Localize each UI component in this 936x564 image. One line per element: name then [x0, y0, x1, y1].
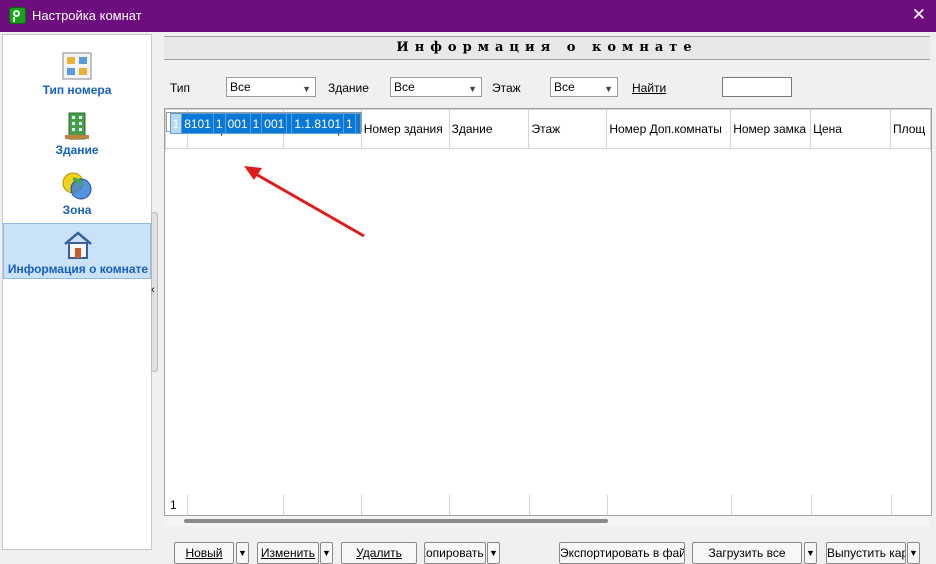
load-all-dropdown-button[interactable]: ▼	[804, 542, 817, 564]
table-cell[interactable]: 001	[261, 113, 288, 134]
new-button[interactable]: Новый	[174, 542, 234, 564]
page-title: Информация о комнате	[164, 36, 930, 60]
column-header[interactable]: Площ	[889, 109, 931, 149]
delete-button[interactable]: Удалить	[341, 542, 417, 564]
row-indicator[interactable]: 1	[169, 113, 183, 134]
room-table: Номер комнаты Тип номера Номер здания Зд…	[164, 108, 932, 496]
edit-button[interactable]: Изменить	[257, 542, 319, 564]
chevron-down-icon: ▼	[489, 548, 498, 558]
building-icon	[65, 112, 89, 140]
sidebar-item-zone[interactable]: Зона	[3, 165, 151, 221]
delete-button-label: Удалить	[356, 546, 402, 560]
room-type-icon	[62, 52, 92, 80]
type-filter-value: Все	[230, 80, 251, 94]
floor-filter-label: Этаж	[492, 81, 521, 95]
type-filter-select[interactable]: Все ▼	[226, 77, 316, 97]
table-footer: 1	[164, 495, 932, 516]
new-dropdown-button[interactable]: ▼	[236, 542, 249, 564]
column-header-label: Номер замка	[733, 122, 807, 136]
main-panel: Информация о комнате Тип Все ▼ Здание Вс…	[160, 34, 936, 550]
house-icon	[64, 231, 92, 259]
column-header[interactable]: Этаж	[528, 109, 608, 149]
load-all-button[interactable]: Загрузить все	[692, 542, 802, 564]
load-all-button-label: Загрузить все	[708, 546, 786, 560]
chevron-down-icon: ▼	[468, 84, 477, 94]
find-label: Найти	[632, 81, 667, 95]
floor-filter-value: Все	[554, 80, 575, 94]
window-title: Настройка комнат	[32, 8, 142, 23]
chevron-down-icon: ▼	[322, 548, 331, 558]
issue-card-button[interactable]: Выпустить карту	[826, 542, 906, 564]
scrollbar-thumb[interactable]	[184, 519, 608, 523]
sidebar-item-room-type[interactable]: Тип номера	[3, 45, 151, 101]
app-icon	[9, 7, 26, 24]
table-cell[interactable]: 1	[343, 113, 356, 134]
column-header[interactable]: Здание	[448, 109, 530, 149]
sidebar-item-label: Зона	[62, 203, 92, 217]
copy-button-label: Копировать	[424, 546, 484, 560]
issue-card-button-label: Выпустить карту	[827, 546, 905, 560]
table-row[interactable]: 1 8101 1 001 1 001 1.1.8101 1	[165, 112, 362, 134]
copy-button[interactable]: Копировать	[424, 542, 486, 564]
table-cell[interactable]	[354, 113, 361, 134]
table-cell[interactable]: 8101	[181, 113, 214, 134]
export-button-label: Экспортировать в файл	[560, 546, 685, 560]
column-header[interactable]: Цена	[810, 109, 891, 149]
chevron-down-icon: ▼	[909, 548, 918, 558]
sidebar-item-label: Тип номера	[42, 83, 112, 97]
table-cell[interactable]: 1	[212, 113, 226, 134]
edit-dropdown-button[interactable]: ▼	[320, 542, 333, 564]
column-header-sorted[interactable]: Номер замка ⁄	[730, 109, 812, 149]
building-filter-select[interactable]: Все ▼	[390, 77, 482, 97]
column-header[interactable]: Номер Доп.комнаты	[606, 109, 732, 149]
copy-dropdown-button[interactable]: ▼	[487, 542, 500, 564]
sidebar-item-building[interactable]: Здание	[3, 105, 151, 161]
sidebar: Тип номера Здание Зона Информация о комн…	[2, 34, 152, 550]
new-button-label: Новый	[185, 546, 223, 560]
edit-button-label: Изменить	[260, 546, 316, 560]
filter-bar: Тип Все ▼ Здание Все ▼ Этаж Все ▼ Найти	[160, 74, 936, 100]
title-bar: Настройка комнат ✕	[0, 0, 936, 32]
issue-card-dropdown-button[interactable]: ▼	[907, 542, 920, 564]
floor-filter-select[interactable]: Все ▼	[550, 77, 618, 97]
sidebar-item-label: Здание	[55, 143, 99, 157]
chevron-down-icon: ▼	[806, 548, 815, 558]
export-to-file-button[interactable]: Экспортировать в файл	[559, 542, 685, 564]
chevron-down-icon: ▼	[238, 548, 247, 558]
type-filter-label: Тип	[170, 81, 191, 95]
find-input[interactable]	[722, 77, 792, 97]
chevron-down-icon: ▼	[302, 84, 311, 94]
sidebar-item-room-info[interactable]: Информация о комнате	[3, 223, 151, 279]
chevron-down-icon: ▼	[604, 84, 613, 94]
building-filter-value: Все	[394, 80, 415, 94]
zone-icon	[62, 172, 92, 200]
collapse-chevron-icon[interactable]: ‹	[151, 284, 155, 296]
close-icon[interactable]: ✕	[912, 5, 926, 25]
window-body: Тип номера Здание Зона Информация о комн…	[0, 32, 936, 564]
sort-icon: ⁄	[800, 126, 803, 135]
column-header[interactable]: Номер здания	[360, 109, 450, 149]
table-cell[interactable]: 1.1.8101	[291, 113, 345, 134]
table-cell[interactable]: 1	[249, 113, 263, 134]
horizontal-scrollbar[interactable]	[164, 516, 930, 526]
sidebar-item-label: Информация о комнате	[7, 262, 149, 276]
building-filter-label: Здание	[328, 81, 369, 95]
table-cell[interactable]: 001	[224, 113, 251, 134]
